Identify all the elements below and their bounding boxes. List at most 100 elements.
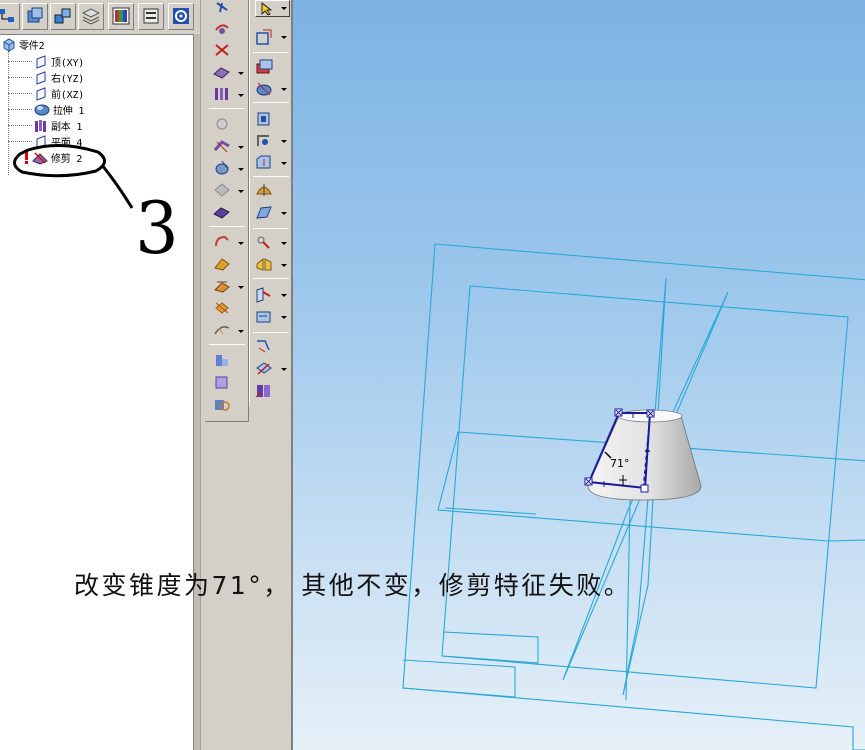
settings-button[interactable] xyxy=(168,3,194,30)
thicken-button[interactable] xyxy=(211,202,233,224)
dropdown-arrow[interactable] xyxy=(281,316,287,319)
assembly-button[interactable] xyxy=(50,3,76,30)
cube-properties-icon xyxy=(27,7,43,23)
tree-item-top-plane[interactable]: 顶(XY) xyxy=(34,54,84,69)
revolve-feature-button[interactable] xyxy=(253,78,275,100)
replace-face-icon xyxy=(256,287,271,303)
tree-item-extrude[interactable]: 拉伸 1 xyxy=(34,102,84,117)
dropdown-arrow[interactable] xyxy=(238,242,244,245)
dropdown-arrow[interactable] xyxy=(238,286,244,289)
graphics-viewport[interactable]: 71° xyxy=(293,0,865,750)
dropdown-arrow[interactable] xyxy=(281,264,287,267)
tree-root-label: 零件2 xyxy=(19,41,45,52)
helix-icon xyxy=(214,281,230,293)
dropdown-arrow[interactable] xyxy=(281,242,287,245)
tree-item-copy[interactable]: 副本 1 xyxy=(34,118,82,133)
replace-face-button[interactable] xyxy=(253,284,275,306)
edge-button[interactable] xyxy=(211,136,233,158)
dropdown-arrow[interactable] xyxy=(281,7,287,10)
feature-tree[interactable]: 零件2 顶(XY) 右(YZ) 前(XZ) 拉伸 1 副本 1 平面 4 修剪 … xyxy=(0,34,194,750)
tree-item-label: 修剪 2 xyxy=(51,154,83,165)
dropdown-arrow[interactable] xyxy=(238,94,244,97)
left-panel: 零件2 顶(XY) 右(YZ) 前(XZ) 拉伸 1 副本 1 平面 4 修剪 … xyxy=(0,0,200,750)
revolve-button[interactable] xyxy=(211,18,233,40)
surface-button[interactable] xyxy=(253,202,275,224)
tree-item-trim-error[interactable]: 修剪 2 xyxy=(22,150,82,165)
sketch-icon xyxy=(256,29,272,45)
dropdown-arrow[interactable] xyxy=(281,36,287,39)
blend-button[interactable] xyxy=(253,232,275,254)
hole-icon xyxy=(257,112,270,126)
plane-corner-tab xyxy=(402,659,516,698)
bend-button[interactable] xyxy=(211,372,233,394)
dropdown-arrow[interactable] xyxy=(238,146,244,149)
dropdown-arrow[interactable] xyxy=(238,190,244,193)
edge-icon xyxy=(213,140,230,153)
draft-icon xyxy=(215,160,229,175)
offset-surface-icon xyxy=(256,311,271,323)
hole-button[interactable] xyxy=(253,108,275,130)
unfold-button[interactable] xyxy=(211,394,233,416)
angle-dimension-label[interactable]: 71° xyxy=(610,457,630,470)
dome-button[interactable] xyxy=(253,180,275,202)
split-button[interactable] xyxy=(253,254,275,276)
intersect-icon xyxy=(255,385,270,398)
sketch-curve-icon xyxy=(257,340,270,353)
cut-button[interactable] xyxy=(211,40,233,62)
tree-connector xyxy=(8,51,9,175)
tree-item-front-plane[interactable]: 前(XZ) xyxy=(34,86,84,101)
panel-toolbar xyxy=(0,0,200,34)
dropdown-arrow[interactable] xyxy=(281,140,287,143)
intersect-button[interactable] xyxy=(253,380,275,402)
helix-button[interactable] xyxy=(211,276,233,298)
tree-item-plane4[interactable]: 平面 4 xyxy=(34,134,82,149)
extrude-button[interactable] xyxy=(253,56,275,78)
plane-icon xyxy=(36,54,46,69)
dropdown-arrow[interactable] xyxy=(238,168,244,171)
curve-button[interactable] xyxy=(211,320,233,342)
mirror-icon xyxy=(214,183,230,197)
round-button[interactable] xyxy=(253,130,275,152)
project-button[interactable] xyxy=(253,358,275,380)
dropdown-arrow[interactable] xyxy=(281,88,287,91)
draft-button[interactable] xyxy=(211,158,233,180)
layers-button[interactable] xyxy=(78,3,104,30)
pin-icon xyxy=(216,2,228,13)
dropdown-arrow[interactable] xyxy=(238,72,244,75)
rib-icon xyxy=(215,302,229,314)
dropdown-arrow[interactable] xyxy=(281,212,287,215)
shell-button[interactable] xyxy=(211,62,233,84)
flange-button[interactable] xyxy=(211,350,233,372)
dropdown-arrow[interactable] xyxy=(281,294,287,297)
flange-icon xyxy=(216,355,228,366)
mirror-button[interactable] xyxy=(211,180,233,202)
curve-icon xyxy=(214,326,230,335)
rib-button[interactable] xyxy=(211,298,233,320)
sketch-button[interactable] xyxy=(253,26,275,48)
tools-button[interactable] xyxy=(138,3,164,30)
tree-item-right-plane[interactable]: 右(YZ) xyxy=(34,70,84,85)
cursor-arrow-icon xyxy=(261,2,273,16)
dome-icon xyxy=(256,184,272,196)
select-tool-button[interactable] xyxy=(255,0,290,17)
dropdown-arrow[interactable] xyxy=(281,368,287,371)
dropdown-arrow[interactable] xyxy=(238,330,244,333)
dropdown-arrow[interactable] xyxy=(281,162,287,165)
point-button[interactable] xyxy=(211,114,233,136)
palette-icon xyxy=(112,7,130,25)
offset-surface-button[interactable] xyxy=(253,306,275,328)
tree-item-label: 副本 1 xyxy=(51,122,83,133)
part-icon xyxy=(3,37,15,52)
feature-toolbar-right xyxy=(249,0,292,406)
loft-button[interactable] xyxy=(211,254,233,276)
sketch-curve-button[interactable] xyxy=(253,336,275,358)
appearance-button[interactable] xyxy=(108,3,134,30)
properties-button[interactable] xyxy=(22,3,48,30)
handwritten-number: 3 xyxy=(135,186,179,270)
tree-view-button[interactable] xyxy=(0,3,20,30)
chamfer-button[interactable] xyxy=(253,152,275,174)
sweep-button[interactable] xyxy=(211,232,233,254)
feature-toolbar-left xyxy=(205,0,249,422)
pattern-button[interactable] xyxy=(211,84,233,106)
tree-root-part[interactable]: 零件2 xyxy=(2,37,45,52)
